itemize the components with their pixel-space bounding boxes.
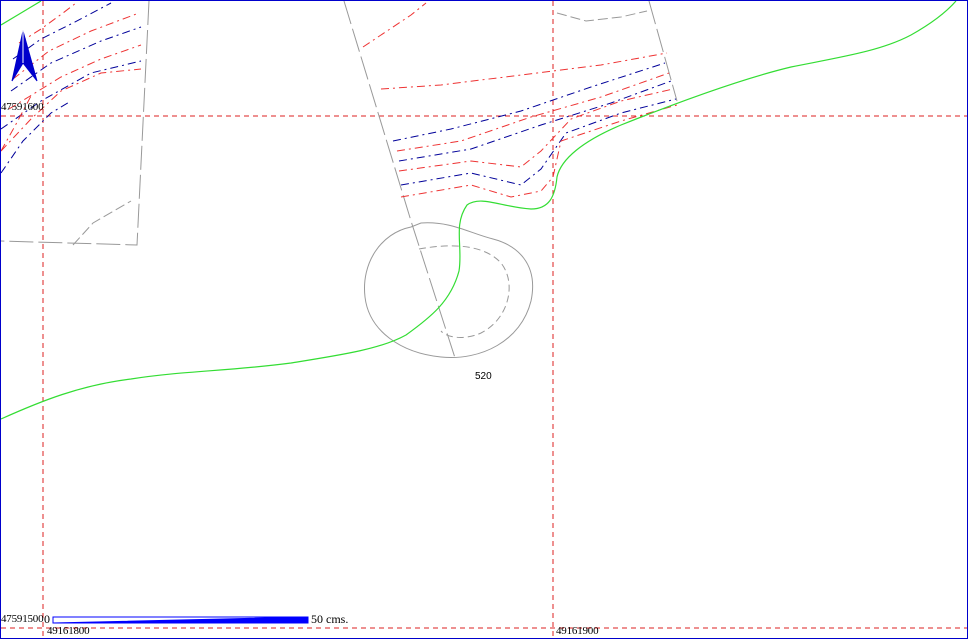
northing-label-upper: 47591600 xyxy=(1,101,44,113)
parcel-boundaries xyxy=(1,1,678,362)
coordinate-grid xyxy=(1,1,967,638)
scale-bar xyxy=(52,616,309,624)
depression-inner-contour xyxy=(418,245,510,338)
contour-red xyxy=(380,52,668,90)
contour-red xyxy=(398,88,674,172)
parcel-boundary-right xyxy=(648,1,678,102)
scale-zero-label: 0 xyxy=(44,612,50,626)
easting-label-left: 49161800 xyxy=(47,625,90,637)
scale-end-label: 50 cms. xyxy=(311,612,349,626)
contour-blue xyxy=(392,62,666,142)
contour-red xyxy=(362,2,427,48)
map-canvas[interactable]: 47591600 47591500 49161800 49161900 520 … xyxy=(0,0,968,639)
elevation-label: 520 xyxy=(475,371,492,382)
map-drawing xyxy=(1,1,967,638)
northing-label-lower: 47591500 xyxy=(1,613,44,625)
road-lines xyxy=(1,1,957,420)
contour-lines xyxy=(1,2,678,198)
easting-label-right: 49161900 xyxy=(556,625,599,637)
road-main xyxy=(1,1,957,420)
contour-blue xyxy=(400,98,677,186)
parcel-boundary-left-inner xyxy=(72,200,132,246)
north-arrow-icon xyxy=(11,30,38,82)
road-upper-left xyxy=(1,1,42,26)
parcel-boundary-top xyxy=(556,10,648,22)
contour-red xyxy=(396,72,670,152)
north-arrow-shape xyxy=(11,30,38,82)
